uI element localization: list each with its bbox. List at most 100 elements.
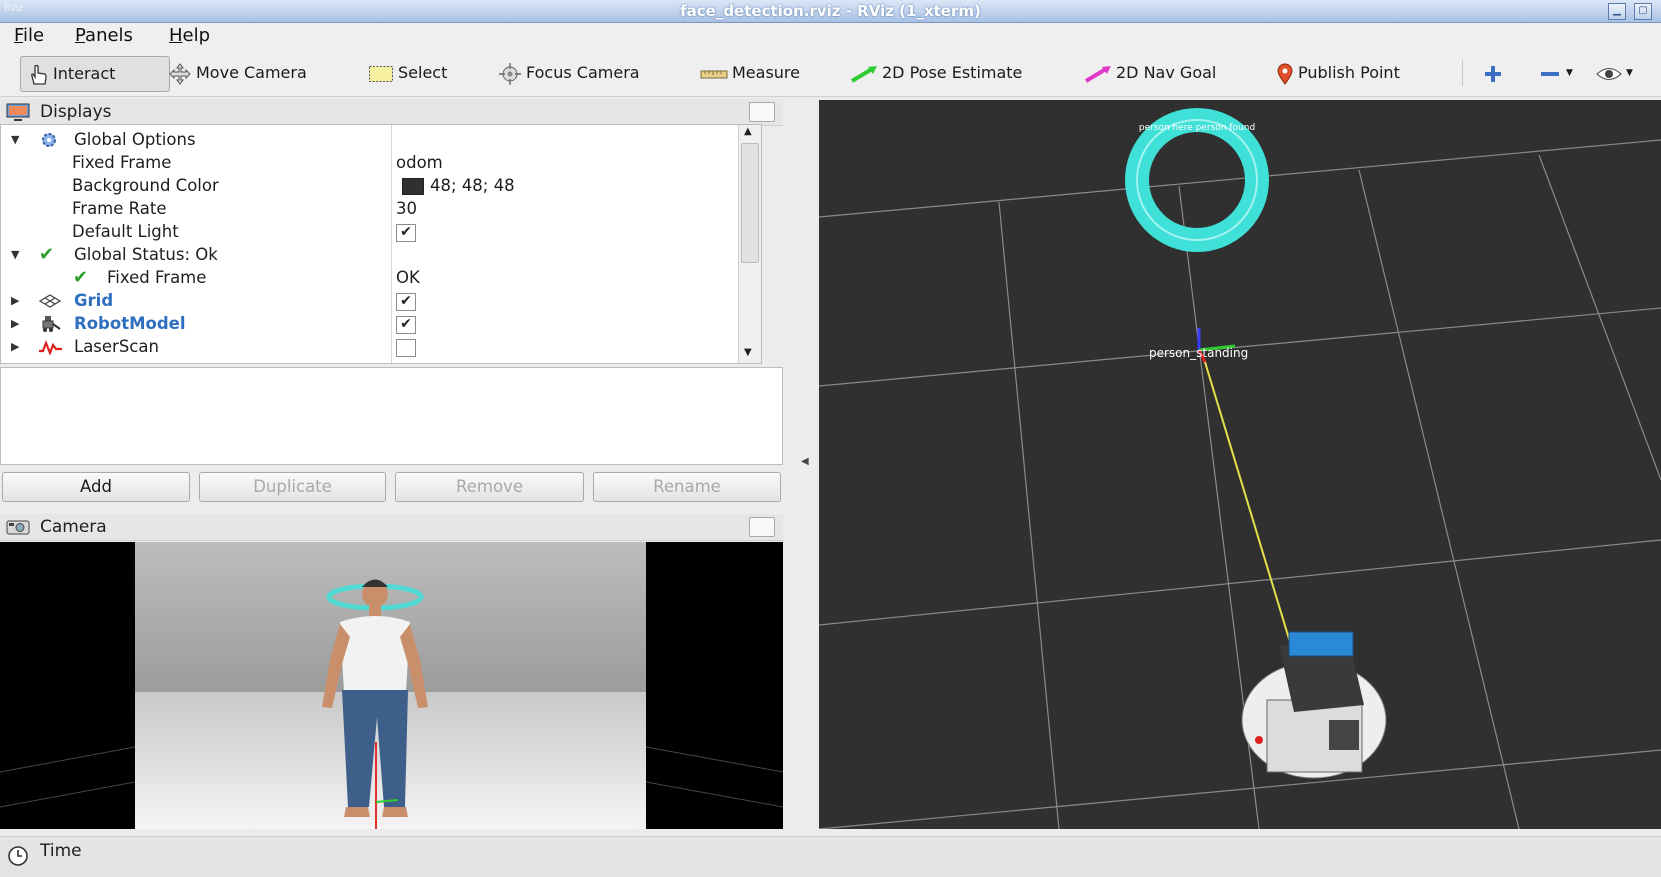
global-status-label: Global Status: Ok [74,245,218,264]
pink-arrow-icon [1084,65,1111,83]
camera-float-button[interactable] [749,517,775,537]
time-panel-title: Time [40,841,82,861]
toolbar-separator [1462,60,1463,86]
measure-label: Measure [732,63,800,82]
laser-scan-icon [39,339,62,355]
scrollbar-thumb[interactable] [741,143,759,263]
tree-row-default-light[interactable]: Default Light ✔ [1,220,759,243]
tree-row-fixed-frame[interactable]: Fixed Frame odom [1,151,759,174]
scroll-down-icon[interactable]: ▼ [744,347,752,358]
move-camera-tool-button[interactable]: Move Camera [168,56,307,90]
panel-splitter[interactable]: ◀ [785,100,819,829]
tree-row-grid[interactable]: ▶ Grid ✔ [1,289,759,312]
background-color-swatch[interactable] [402,178,424,195]
remove-button[interactable]: Remove [395,472,584,502]
tree-row-global-options[interactable]: ▼ Global Options [1,128,759,151]
select-tool-button[interactable]: Select [368,56,447,90]
focus-crosshair-icon [499,62,521,85]
remove-tool-button[interactable]: ▼ [1538,56,1573,90]
nav-goal-tool-button[interactable]: 2D Nav Goal [1084,56,1216,90]
remove-tool-dropdown-icon: ▼ [1566,68,1573,78]
plus-icon [1485,65,1501,82]
tree-row-laser-scan[interactable]: ▶ LaserScan [1,335,759,358]
laser-scan-label: LaserScan [74,337,159,356]
displays-panel-header[interactable]: Displays [0,99,783,126]
focus-camera-tool-button[interactable]: Focus Camera [498,56,640,90]
add-button[interactable]: Add [2,472,190,502]
background-color-label: Background Color [72,176,219,195]
collapse-left-icon[interactable]: ◀ [801,456,809,467]
robot-model-checkbox[interactable]: ✔ [396,316,416,334]
pose-estimate-tool-button[interactable]: 2D Pose Estimate [850,56,1022,90]
window-title: face_detection.rviz - RViz (1_xterm) [680,2,981,20]
gear-icon [42,133,56,147]
camera-view[interactable] [0,542,783,829]
eye-icon [1596,67,1622,80]
displays-float-button[interactable] [749,102,775,122]
background-color-value[interactable]: 48; 48; 48 [430,174,515,197]
grid-checkbox[interactable]: ✔ [396,293,416,311]
green-arrow-icon [850,65,877,83]
fixed-frame-label: Fixed Frame [72,153,172,172]
interact-label: Interact [53,64,116,83]
grid-icon [38,294,62,308]
publish-point-tool-button[interactable]: Publish Point [1276,56,1400,90]
expand-arrow-icon[interactable]: ▼ [11,243,19,266]
time-panel: Time [0,836,1661,877]
collapse-arrow-icon[interactable]: ▶ [11,335,19,358]
global-options-label: Global Options [74,130,196,149]
interact-tool-button[interactable]: Interact [20,56,170,92]
fixed-frame-value[interactable]: odom [396,151,443,174]
add-tool-button[interactable] [1482,56,1508,90]
view-options-dropdown-icon: ▼ [1626,68,1633,78]
publish-point-label: Publish Point [1298,63,1400,82]
move-camera-label: Move Camera [196,63,307,82]
view-options-button[interactable]: ▼ [1596,56,1633,90]
minus-icon [1541,71,1559,76]
move-camera-icon [169,62,191,85]
3d-scene: person here person found person_standing [819,100,1661,829]
select-label: Select [398,63,448,82]
duplicate-button[interactable]: Duplicate [199,472,386,502]
menu-panels[interactable]: Panels [75,25,133,46]
scroll-up-icon[interactable]: ▲ [744,126,752,137]
robot-icon [42,316,61,332]
robot-model-label: RobotModel [74,314,186,333]
displays-tree[interactable]: ▼ Global Options Fixed Frame odom Backgr… [0,124,762,364]
displays-scrollbar[interactable]: ▲ ▼ [738,125,761,363]
focus-camera-label: Focus Camera [526,63,640,82]
collapse-arrow-icon[interactable]: ▶ [11,312,19,335]
select-rectangle-icon [369,65,393,82]
ruler-icon [700,70,728,78]
measure-tool-button[interactable]: Measure [700,56,800,90]
frame-rate-value[interactable]: 30 [396,197,417,220]
status-ok-check-icon: ✔ [39,244,55,265]
tree-row-frame-rate[interactable]: Frame Rate 30 [1,197,759,220]
camera-panel-header[interactable]: Camera [0,514,783,541]
nav-goal-label: 2D Nav Goal [1116,63,1217,82]
status-ok-check-icon: ✔ [73,267,89,288]
tree-row-global-status[interactable]: ▼ ✔ Global Status: Ok [1,243,759,266]
tree-row-status-fixed-frame[interactable]: ✔ Fixed Frame OK [1,266,759,289]
camera-panel-title: Camera [40,517,107,537]
hand-pointer-icon [31,64,47,85]
status-fixed-frame-label: Fixed Frame [107,268,207,287]
minimize-button[interactable]: ▁ [1608,3,1626,20]
3d-view[interactable]: person here person found person_standing [819,100,1661,829]
expand-arrow-icon[interactable]: ▼ [11,128,19,151]
menu-file[interactable]: File [14,25,44,46]
displays-title: Displays [40,102,112,122]
maximize-button[interactable]: ▢ [1634,3,1652,20]
monitor-icon [6,103,30,121]
rename-button[interactable]: Rename [593,472,781,502]
window-titlebar[interactable]: RViz face_detection.rviz - RViz (1_xterm… [0,0,1661,23]
minimize-icon: ▁ [1613,5,1621,16]
tree-row-robot-model[interactable]: ▶ RobotModel ✔ [1,312,759,335]
collapse-arrow-icon[interactable]: ▶ [11,289,19,312]
property-description-box [0,367,783,465]
tree-row-background-color[interactable]: Background Color 48; 48; 48 [1,174,759,197]
laser-scan-checkbox[interactable] [396,339,416,357]
frame-label: person_standing [1149,346,1248,360]
default-light-checkbox[interactable]: ✔ [396,224,416,242]
menu-help[interactable]: Help [169,25,210,46]
